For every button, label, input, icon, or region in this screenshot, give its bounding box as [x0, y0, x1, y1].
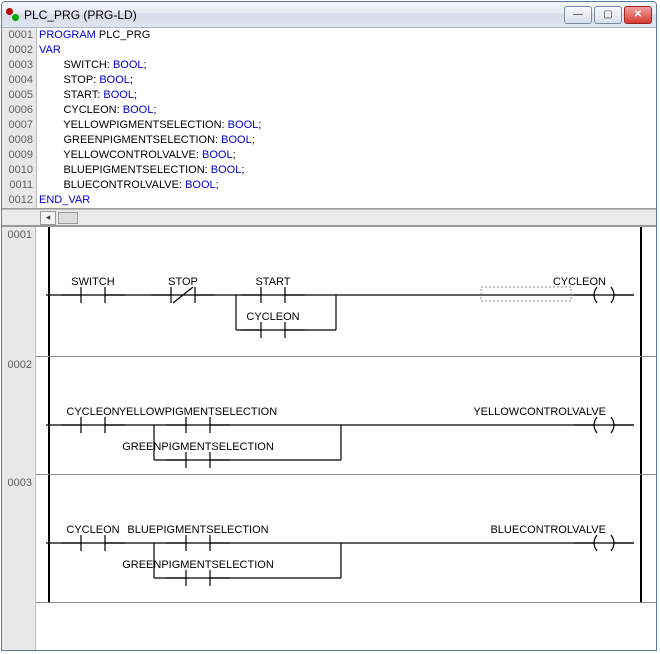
line-number: 0007	[2, 118, 36, 133]
code-line[interactable]: CYCLEON: BOOL;	[39, 103, 656, 118]
line-number: 0010	[2, 163, 36, 178]
line-number: 0006	[2, 103, 36, 118]
svg-text:GREENPIGMENTSELECTION: GREENPIGMENTSELECTION	[122, 559, 274, 571]
window-buttons: — ▢ ✕	[564, 6, 652, 24]
ladder-editor[interactable]: 000100020003 SWITCHSTOPSTARTCYCLEONCYCLE…	[2, 227, 656, 650]
svg-text:START: START	[255, 276, 290, 288]
svg-text:BLUEPIGMENTSELECTION: BLUEPIGMENTSELECTION	[127, 524, 268, 536]
content: 0001000200030004000500060007000800090010…	[2, 28, 656, 650]
svg-text:CYCLEON: CYCLEON	[66, 524, 119, 536]
rung-number: 0001	[2, 227, 35, 357]
svg-text:CYCLEON: CYCLEON	[66, 406, 119, 418]
declaration-editor[interactable]: 0001000200030004000500060007000800090010…	[2, 28, 656, 209]
code-line[interactable]: STOP: BOOL;	[39, 73, 656, 88]
code-lines[interactable]: PROGRAM PLC_PRGVAR SWITCH: BOOL; STOP: B…	[37, 28, 656, 208]
svg-text:YELLOWCONTROLVALVE: YELLOWCONTROLVALVE	[473, 406, 606, 418]
code-line[interactable]: BLUECONTROLVALVE: BOOL;	[39, 178, 656, 193]
horizontal-scrollbar[interactable]: ◂	[2, 209, 656, 227]
close-button[interactable]: ✕	[624, 6, 652, 24]
line-gutter: 0001000200030004000500060007000800090010…	[2, 28, 37, 208]
line-number: 0005	[2, 88, 36, 103]
svg-text:CYCLEON: CYCLEON	[553, 276, 606, 288]
ladder-rung[interactable]: SWITCH STOP START CYCLEON CYCLEON	[36, 227, 656, 357]
svg-text:BLUECONTROLVALVE: BLUECONTROLVALVE	[490, 524, 606, 536]
code-line[interactable]: END_VAR	[39, 193, 656, 208]
app-icon	[6, 8, 20, 22]
rung-number: 0002	[2, 357, 35, 475]
code-line[interactable]: VAR	[39, 43, 656, 58]
maximize-button[interactable]: ▢	[594, 6, 622, 24]
svg-text:YELLOWPIGMENTSELECTION: YELLOWPIGMENTSELECTION	[119, 406, 277, 418]
code-line[interactable]: BLUEPIGMENTSELECTION: BOOL;	[39, 163, 656, 178]
window-title: PLC_PRG (PRG-LD)	[24, 8, 564, 22]
code-line[interactable]: YELLOWCONTROLVALVE: BOOL;	[39, 148, 656, 163]
svg-text:GREENPIGMENTSELECTION: GREENPIGMENTSELECTION	[122, 441, 274, 453]
line-number: 0012	[2, 193, 36, 208]
rungs-area[interactable]: SWITCHSTOPSTARTCYCLEONCYCLEONCYCLEONYELL…	[36, 227, 656, 650]
line-number: 0004	[2, 73, 36, 88]
code-line[interactable]: GREENPIGMENTSELECTION: BOOL;	[39, 133, 656, 148]
scroll-left-arrow[interactable]: ◂	[40, 211, 56, 225]
code-line[interactable]: YELLOWPIGMENTSELECTION: BOOL;	[39, 118, 656, 133]
rung-number: 0003	[2, 475, 35, 603]
line-number: 0008	[2, 133, 36, 148]
line-number: 0002	[2, 43, 36, 58]
line-number: 0011	[2, 178, 36, 193]
line-number: 0003	[2, 58, 36, 73]
svg-text:CYCLEON: CYCLEON	[246, 311, 299, 323]
scroll-thumb[interactable]	[58, 212, 78, 224]
code-line[interactable]: SWITCH: BOOL;	[39, 58, 656, 73]
line-number: 0001	[2, 28, 36, 43]
svg-text:SWITCH: SWITCH	[71, 276, 114, 288]
titlebar[interactable]: PLC_PRG (PRG-LD) — ▢ ✕	[2, 2, 656, 28]
code-line[interactable]: START: BOOL;	[39, 88, 656, 103]
line-number: 0009	[2, 148, 36, 163]
ladder-rung[interactable]: CYCLEONYELLOWPIGMENTSELECTION YELLOWCONTR…	[36, 357, 656, 475]
code-line[interactable]: PROGRAM PLC_PRG	[39, 28, 656, 43]
rung-gutter: 000100020003	[2, 227, 36, 650]
minimize-button[interactable]: —	[564, 6, 592, 24]
editor-window: PLC_PRG (PRG-LD) — ▢ ✕ 00010002000300040…	[1, 1, 657, 651]
ladder-rung[interactable]: CYCLEON BLUEPIGMENTSELECTION BLUECONTROLVA…	[36, 475, 656, 603]
svg-text:STOP: STOP	[168, 276, 198, 288]
